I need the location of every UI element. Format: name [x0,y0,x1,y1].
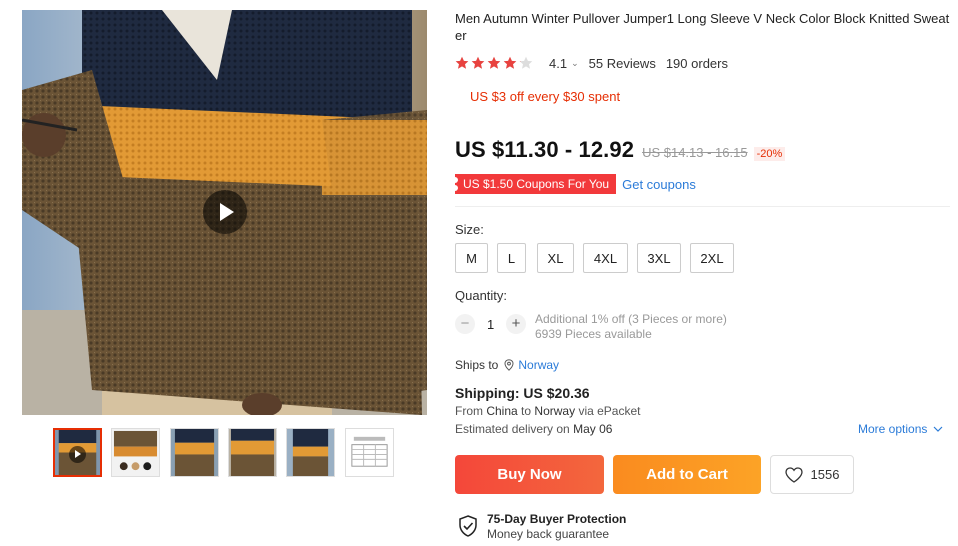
original-price: US $14.13 - 16.15 [642,145,748,160]
play-video-button[interactable] [203,190,247,234]
thumbnail-3[interactable] [170,428,219,477]
route-from: China [486,404,518,418]
add-to-cart-button[interactable]: Add to Cart [613,455,761,494]
protection-title: 75-Day Buyer Protection [487,512,627,526]
store-promotion: US $3 off every $30 spent [470,89,621,104]
bulk-discount-note: Additional 1% off (3 Pieces or more) [535,312,727,326]
quantity-label: Quantity: [455,288,508,303]
route-prefix: From [455,404,483,418]
size-option-m[interactable]: M [455,243,488,273]
heart-icon [784,466,803,483]
thumbnail-2[interactable] [111,428,160,477]
thumbnail-image [229,429,276,476]
star-icon [471,56,485,69]
thumbnail-6-size-chart[interactable] [345,428,394,477]
star-icon [487,56,501,69]
buyer-protection: 75-Day Buyer Protection Money back guara… [458,512,626,542]
thumbnail-4[interactable] [228,428,277,477]
route-to: Norway [534,404,576,418]
shipping-price: Shipping: US $20.36 [455,385,590,401]
main-product-image[interactable] [22,10,427,415]
rating-row: 4.1 ⌄ 55 Reviews 190 orders [455,55,728,71]
ships-to-country-link[interactable]: Norway [518,358,559,372]
size-option-2xl[interactable]: 2XL [690,243,734,273]
wishlist-button[interactable]: 1556 [770,455,854,494]
thumbnail-image [287,429,334,476]
star-icon [519,56,533,69]
chevron-down-icon[interactable]: ⌄ [571,58,579,69]
chevron-down-icon [933,426,943,432]
thumbnail-1[interactable] [53,428,102,477]
quantity-decrease-button[interactable]: − [455,314,475,334]
estimated-delivery: Estimated delivery on May 06 [455,422,612,436]
price-row: US $11.30 - 12.92 US $14.13 - 16.15 -20% [455,137,786,163]
ships-to-row: Ships to Norway [455,358,559,372]
pieces-available: 6939 Pieces available [535,327,652,341]
wishlist-count: 1556 [810,467,840,482]
protection-text: 75-Day Buyer Protection Money back guara… [487,512,626,542]
star-icon [455,56,469,69]
size-chart-thumbnail [346,429,393,476]
reviews-count[interactable]: 55 Reviews [589,56,656,71]
divider [455,206,950,207]
play-icon [69,446,86,463]
delivery-prefix: Estimated delivery on [455,422,570,436]
route-mid: to [521,404,532,418]
discount-badge: -20% [753,147,786,161]
get-coupons-link[interactable]: Get coupons [622,177,696,192]
star-rating[interactable] [455,56,535,70]
ships-to-label: Ships to [455,358,499,372]
quantity-value[interactable]: 1 [487,317,494,332]
delivery-date: May 06 [573,422,613,436]
coupon-row: US $1.50 Coupons For You Get coupons [451,174,696,194]
product-title: Men Autumn Winter Pullover Jumper1 Long … [455,11,950,43]
size-option-xl[interactable]: XL [537,243,574,273]
rating-value[interactable]: 4.1 [549,56,567,71]
shield-check-icon [459,515,477,537]
shipping-route: From China to Norway via ePacket [455,404,640,418]
route-suffix: via ePacket [578,404,641,418]
more-options-label: More options [858,422,928,436]
size-option-4xl[interactable]: 4XL [583,243,628,273]
size-option-3xl[interactable]: 3XL [637,243,681,273]
current-price: US $11.30 - 12.92 [455,137,635,162]
coupon-tag[interactable]: US $1.50 Coupons For You [451,174,617,194]
thumbnail-image [171,429,218,476]
location-pin-icon [504,359,514,371]
orders-count: 190 orders [665,55,728,71]
thumbnail-image [112,429,159,476]
size-option-l[interactable]: L [497,243,526,273]
more-shipping-options-link[interactable]: More options [858,422,943,436]
star-icon [503,56,517,69]
quantity-increase-button[interactable]: + [506,314,526,334]
buy-now-button[interactable]: Buy Now [455,455,604,494]
thumbnail-5[interactable] [286,428,335,477]
protection-subtitle: Money back guarantee [487,527,610,541]
quantity-note: Additional 1% off (3 Pieces or more) 693… [535,312,727,342]
size-label: Size: [455,222,484,237]
